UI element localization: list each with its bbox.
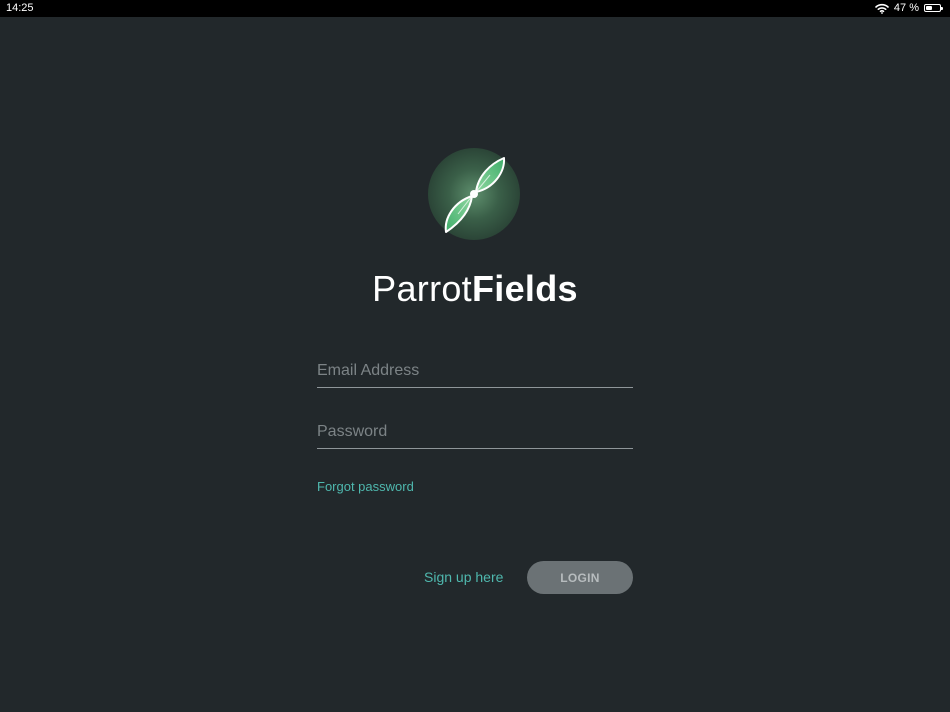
status-time: 14:25: [6, 2, 34, 14]
password-field-container: [317, 418, 633, 449]
battery-icon: [924, 3, 944, 13]
battery-percent: 47 %: [893, 2, 919, 14]
leaf-logo-icon: [428, 148, 520, 240]
brand-name-bold: Fields: [472, 268, 578, 309]
password-input[interactable]: [317, 418, 633, 446]
app-brand-name: ParrotFields: [0, 268, 950, 310]
brand-name-light: Parrot: [372, 268, 472, 309]
email-field-container: [317, 357, 633, 388]
forgot-password-link[interactable]: Forgot password: [317, 479, 414, 494]
status-indicators: 47 %: [875, 2, 944, 14]
email-input[interactable]: [317, 357, 633, 385]
wifi-icon: [875, 3, 889, 14]
login-button[interactable]: LOGIN: [527, 561, 633, 594]
signup-link[interactable]: Sign up here: [424, 569, 503, 585]
status-bar: 14:25 47 %: [0, 0, 950, 17]
